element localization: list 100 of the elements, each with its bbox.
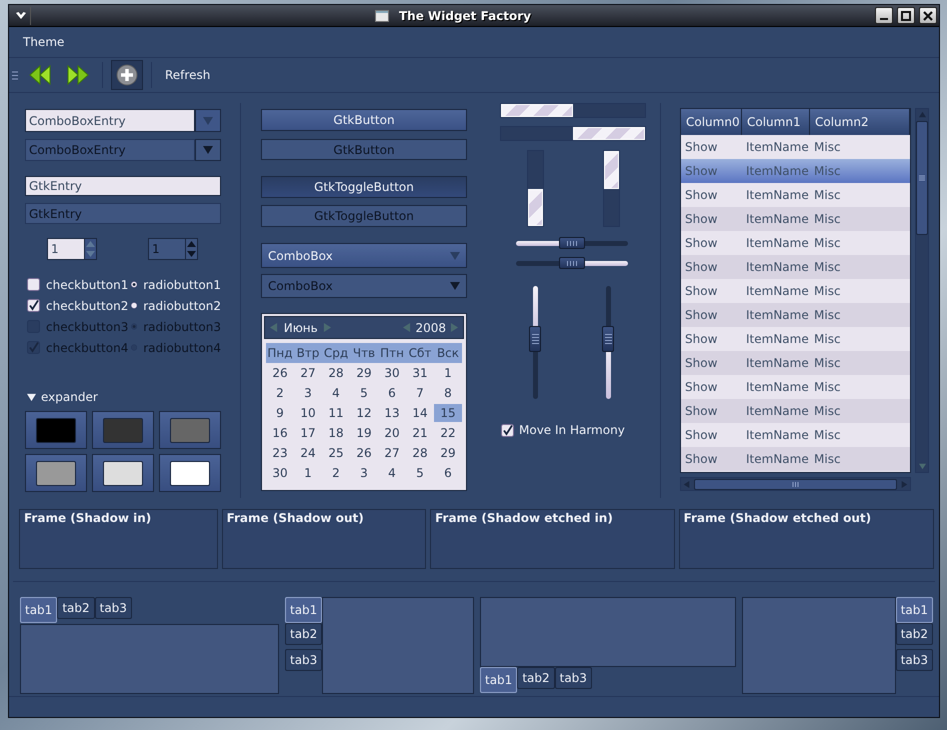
color-button[interactable] bbox=[92, 454, 154, 492]
close-button[interactable] bbox=[919, 7, 937, 24]
calendar-day[interactable]: 24 bbox=[294, 444, 322, 462]
tab[interactable]: tab1 bbox=[896, 597, 933, 623]
calendar-day[interactable]: 26 bbox=[266, 364, 294, 382]
toggle-button[interactable]: GtkToggleButton bbox=[261, 176, 467, 198]
calendar-day[interactable]: 13 bbox=[378, 404, 406, 422]
calendar-day[interactable]: 5 bbox=[350, 384, 378, 402]
slider-thumb[interactable] bbox=[559, 237, 585, 249]
calendar-day[interactable]: 20 bbox=[378, 424, 406, 442]
tab[interactable]: tab2 bbox=[57, 597, 95, 619]
spin-arrows-button[interactable] bbox=[186, 238, 198, 260]
calendar-day[interactable]: 2 bbox=[322, 464, 350, 482]
maximize-button[interactable] bbox=[897, 7, 915, 24]
calendar-day[interactable]: 17 bbox=[294, 424, 322, 442]
checkbox[interactable] bbox=[27, 278, 40, 291]
push-button[interactable]: GtkButton bbox=[261, 109, 467, 131]
calendar-day[interactable]: 10 bbox=[294, 404, 322, 422]
column-header[interactable]: Column0 bbox=[681, 109, 742, 135]
next-year-icon bbox=[450, 323, 459, 332]
checkbox[interactable] bbox=[501, 424, 514, 436]
checkbox[interactable] bbox=[27, 299, 40, 312]
slider-thumb[interactable] bbox=[602, 326, 614, 352]
spin-field[interactable]: 1 bbox=[47, 238, 85, 260]
column-header[interactable]: Column1 bbox=[742, 109, 810, 135]
calendar-day[interactable]: 3 bbox=[350, 464, 378, 482]
calendar-day[interactable]: 23 bbox=[266, 444, 294, 462]
calendar-day[interactable]: 12 bbox=[350, 404, 378, 422]
combo-entry-field[interactable]: ComboBoxEntry bbox=[25, 109, 195, 132]
color-button[interactable] bbox=[92, 411, 154, 449]
frame-label: Frame (Shadow etched in) bbox=[435, 511, 613, 525]
calendar-day[interactable]: 25 bbox=[322, 444, 350, 462]
combo-box[interactable]: ComboBox bbox=[261, 243, 467, 268]
calendar-day[interactable]: 21 bbox=[406, 424, 434, 442]
column-header[interactable]: Column2 bbox=[810, 109, 910, 135]
calendar-day[interactable]: 3 bbox=[294, 384, 322, 402]
tab[interactable]: tab3 bbox=[285, 649, 322, 671]
add-button[interactable] bbox=[111, 60, 143, 90]
calendar-day[interactable]: 8 bbox=[434, 384, 462, 402]
table-cell: Misc bbox=[810, 303, 910, 327]
double-right-arrow-icon bbox=[67, 65, 89, 85]
table-cell: ItemName bbox=[742, 255, 810, 279]
calendar-day[interactable]: 29 bbox=[350, 364, 378, 382]
calendar-day[interactable]: 16 bbox=[266, 424, 294, 442]
refresh-button[interactable]: Refresh bbox=[160, 60, 216, 90]
horizontal-scrollbar[interactable] bbox=[680, 477, 911, 491]
tab[interactable]: tab2 bbox=[285, 623, 322, 645]
calendar-day[interactable]: 1 bbox=[294, 464, 322, 482]
calendar-day[interactable]: 27 bbox=[378, 444, 406, 462]
chevron-down-icon bbox=[14, 10, 26, 20]
calendar-day[interactable]: 4 bbox=[378, 464, 406, 482]
calendar-day[interactable]: 11 bbox=[322, 404, 350, 422]
tab[interactable]: tab2 bbox=[517, 667, 555, 689]
tab[interactable]: tab1 bbox=[480, 667, 518, 693]
calendar-day[interactable]: 6 bbox=[378, 384, 406, 402]
calendar-day[interactable]: 4 bbox=[322, 384, 350, 402]
tab[interactable]: tab1 bbox=[285, 597, 322, 623]
tab[interactable]: tab1 bbox=[20, 597, 58, 623]
calendar-day[interactable]: 28 bbox=[322, 364, 350, 382]
color-button[interactable] bbox=[159, 454, 221, 492]
toolbar-grip-icon bbox=[12, 70, 18, 80]
calendar-day[interactable]: 31 bbox=[406, 364, 434, 382]
previous-month-icon bbox=[269, 323, 278, 332]
calendar-day[interactable]: 30 bbox=[266, 464, 294, 482]
calendar-day[interactable]: 5 bbox=[406, 464, 434, 482]
vertical-scrollbar[interactable] bbox=[915, 108, 929, 473]
calendar-day[interactable]: 27 bbox=[294, 364, 322, 382]
slider-thumb[interactable] bbox=[559, 257, 585, 269]
calendar-day[interactable]: 15 bbox=[434, 404, 462, 422]
grip-icon bbox=[792, 482, 799, 486]
slider-thumb[interactable] bbox=[529, 326, 541, 352]
tab[interactable]: tab2 bbox=[896, 623, 933, 645]
scrollbar-thumb[interactable] bbox=[916, 121, 928, 235]
color-button[interactable] bbox=[25, 454, 87, 492]
spin-arrows-button[interactable] bbox=[85, 238, 97, 260]
minimize-button[interactable] bbox=[875, 7, 893, 24]
color-button[interactable] bbox=[159, 411, 221, 449]
calendar-day[interactable]: 14 bbox=[406, 404, 434, 422]
tab[interactable]: tab3 bbox=[94, 597, 132, 619]
calendar-day[interactable]: 19 bbox=[350, 424, 378, 442]
text-entry-field[interactable]: GtkEntry bbox=[25, 176, 221, 196]
scrollbar-thumb[interactable] bbox=[694, 478, 897, 490]
calendar-day[interactable]: 30 bbox=[378, 364, 406, 382]
calendar-day[interactable]: 2 bbox=[266, 384, 294, 402]
table-cell: Show bbox=[681, 351, 742, 375]
calendar-day[interactable]: 1 bbox=[434, 364, 462, 382]
calendar-day[interactable]: 6 bbox=[434, 464, 462, 482]
color-button[interactable] bbox=[25, 411, 87, 449]
tab[interactable]: tab3 bbox=[896, 649, 933, 671]
tab[interactable]: tab3 bbox=[554, 667, 592, 689]
calendar-day[interactable]: 22 bbox=[434, 424, 462, 442]
calendar-day[interactable]: 26 bbox=[350, 444, 378, 462]
calendar-day[interactable]: 7 bbox=[406, 384, 434, 402]
expander[interactable]: expander bbox=[25, 388, 98, 406]
calendar-day[interactable]: 18 bbox=[322, 424, 350, 442]
menu-item[interactable]: Theme bbox=[22, 33, 66, 51]
calendar-day[interactable]: 9 bbox=[266, 404, 294, 422]
table-cell: Misc bbox=[810, 255, 910, 279]
calendar-day[interactable]: 29 bbox=[434, 444, 462, 462]
calendar-day[interactable]: 28 bbox=[406, 444, 434, 462]
